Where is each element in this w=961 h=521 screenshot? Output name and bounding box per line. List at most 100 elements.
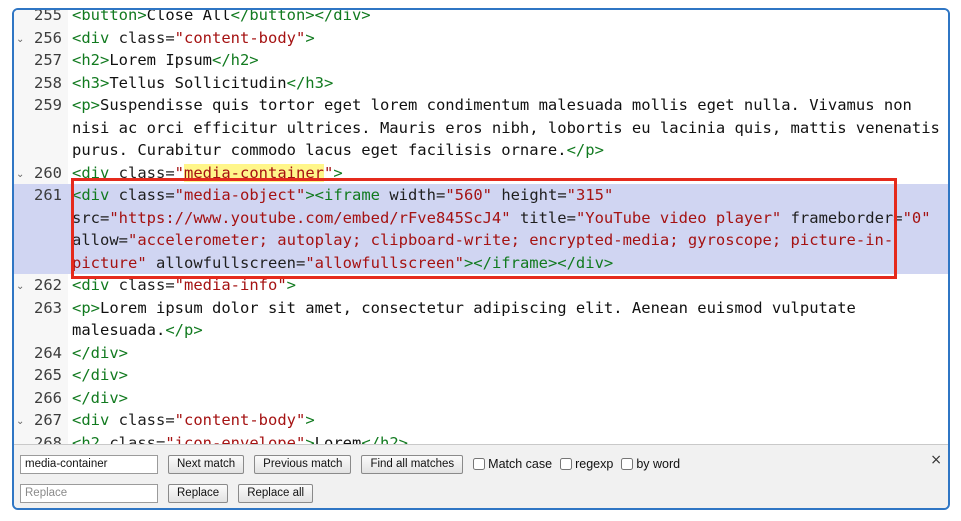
code-token: >	[305, 28, 315, 47]
code-token: ></iframe></div>	[463, 253, 614, 272]
find-input[interactable]	[20, 454, 158, 474]
line-number: 261	[14, 184, 68, 207]
code-token: Tellus Sollicitudin	[109, 73, 287, 92]
line-code: </div>	[72, 387, 948, 410]
previous-match-button[interactable]: Previous match	[254, 454, 352, 474]
code-token: title=	[519, 208, 576, 227]
find-all-button[interactable]: Find all matches	[361, 454, 464, 474]
code-token: Suspendisse quis tortor eget lorem condi…	[72, 96, 940, 159]
next-match-button[interactable]: Next match	[168, 454, 245, 474]
regexp-option[interactable]: regexp	[560, 457, 613, 471]
code-token: Close All	[146, 10, 231, 24]
by-word-option[interactable]: by word	[621, 457, 680, 471]
by-word-checkbox[interactable]	[621, 458, 634, 470]
code-line[interactable]: 264 </div>	[14, 342, 948, 365]
line-number: 264	[34, 343, 62, 362]
code-token: allow=	[72, 231, 128, 249]
chevron-down-icon[interactable]: ⌄	[16, 169, 24, 180]
line-code: <h2>Lorem Ipsum</h2>	[72, 49, 948, 72]
line-code: <div class="media-info">	[72, 274, 948, 297]
code-token: class=	[118, 186, 175, 204]
code-token: <div	[72, 411, 119, 429]
code-token: "content-body"	[174, 28, 306, 47]
code-line[interactable]: 263 <p>Lorem ipsum dolor sit amet, consec…	[14, 297, 948, 342]
line-number: 258	[34, 73, 62, 92]
line-code: </div>	[72, 364, 948, 387]
chevron-down-icon[interactable]: ⌄	[16, 417, 24, 427]
line-number: 259	[34, 96, 62, 114]
code-token: </div>	[72, 366, 128, 384]
code-token: <h2	[72, 433, 110, 445]
line-code: <h3>Tellus Sollicitudin</h3>	[72, 72, 948, 95]
code-token: "media-object"	[174, 186, 306, 204]
code-line[interactable]: 260 ⌄ <div class="media-container">	[14, 162, 948, 185]
code-line[interactable]: 256 ⌄ <div class="content-body">	[14, 27, 948, 50]
code-token: height=	[501, 186, 567, 204]
code-token: >	[333, 163, 343, 182]
code-line[interactable]: 262 ⌄ <div class="media-info">	[14, 274, 948, 297]
code-token: class=	[118, 28, 175, 47]
code-editor[interactable]: 255 <button>Close All</button></div> 256 ⌄ <…	[14, 10, 948, 444]
line-code: <p>Suspendisse quis tortor eget lorem co…	[72, 94, 948, 162]
match-case-checkbox[interactable]	[473, 458, 486, 470]
code-line[interactable]: 257 <h2>Lorem Ipsum</h2>	[14, 49, 948, 72]
code-line[interactable]: 259 <p>Suspendisse quis tortor eget lorem…	[14, 94, 948, 162]
chevron-down-icon[interactable]: ⌄	[16, 34, 24, 45]
code-token: <button>	[72, 10, 147, 24]
line-code: <div class="content-body">	[72, 27, 948, 50]
search-match-highlight: media-container	[184, 163, 324, 182]
by-word-label: by word	[636, 457, 681, 471]
code-token: class=	[118, 411, 175, 429]
code-token: "YouTube video player"	[575, 208, 791, 227]
code-token: </h2>	[211, 51, 259, 69]
code-token: <div	[72, 28, 119, 47]
line-number: 266	[34, 388, 62, 407]
replace-all-button[interactable]: Replace all	[238, 483, 314, 503]
replace-button[interactable]: Replace	[168, 483, 229, 503]
line-number: 265	[34, 366, 62, 384]
match-case-option[interactable]: Match case	[473, 457, 552, 471]
code-token: ><iframe	[305, 186, 390, 204]
line-code: <div class="content-body">	[72, 409, 948, 432]
code-token: >	[305, 411, 315, 429]
code-token: "	[174, 163, 185, 182]
editor-frame: 255 <button>Close All</button></div> 256 ⌄ <…	[12, 8, 950, 510]
code-line[interactable]: 266 </div>	[14, 387, 948, 410]
code-token: Lorem Ipsum	[109, 51, 212, 69]
code-token: <p>	[72, 96, 100, 114]
code-token: "content-body"	[174, 411, 306, 429]
code-token: "	[324, 163, 334, 182]
code-token: "icon-envelope"	[165, 433, 306, 445]
code-token: "315"	[566, 186, 614, 204]
code-token: frameborder=	[790, 208, 903, 227]
close-icon[interactable]: ×	[930, 452, 942, 468]
replace-input[interactable]	[20, 483, 158, 503]
code-token: Lorem	[314, 433, 362, 445]
code-token: width=	[389, 186, 446, 204]
code-line[interactable]: 258 <h3>Tellus Sollicitudin</h3>	[14, 72, 948, 95]
code-token: "media-info"	[174, 276, 287, 294]
chevron-down-icon[interactable]: ⌄	[16, 282, 24, 292]
code-token: <h2>	[72, 51, 110, 69]
code-line[interactable]: 268 ⌄ <h2 class="icon-envelope">Lorem</h2>	[14, 432, 948, 445]
line-number: 255	[34, 10, 62, 24]
code-lines: 255 <button>Close All</button></div> 256 ⌄ <…	[14, 10, 948, 444]
line-code: <button>Close All</button></div>	[72, 10, 948, 27]
replace-row: Replace Replace all	[20, 482, 323, 504]
code-token: "https://www.youtube.com/embed/rFve845Sc…	[109, 208, 520, 227]
code-token: "560"	[445, 186, 502, 204]
code-token: >	[286, 276, 296, 294]
code-line[interactable]: 267 ⌄ <div class="content-body">	[14, 409, 948, 432]
code-line[interactable]: 255 <button>Close All</button></div>	[14, 10, 948, 27]
line-number: 263	[34, 298, 62, 317]
code-token: </div>	[72, 343, 128, 362]
code-token: </button></div>	[230, 10, 371, 24]
code-line[interactable]: 261 <div class="media-object"><iframe wid…	[14, 184, 948, 274]
match-case-label: Match case	[488, 457, 553, 471]
code-token: <h3>	[72, 73, 110, 92]
regexp-checkbox[interactable]	[560, 458, 573, 470]
line-number: 257	[34, 51, 62, 69]
code-line[interactable]: 265 </div>	[14, 364, 948, 387]
find-row: Next match Previous match Find all match…	[20, 453, 688, 475]
line-code: <p>Lorem ipsum dolor sit amet, consectet…	[72, 297, 948, 342]
